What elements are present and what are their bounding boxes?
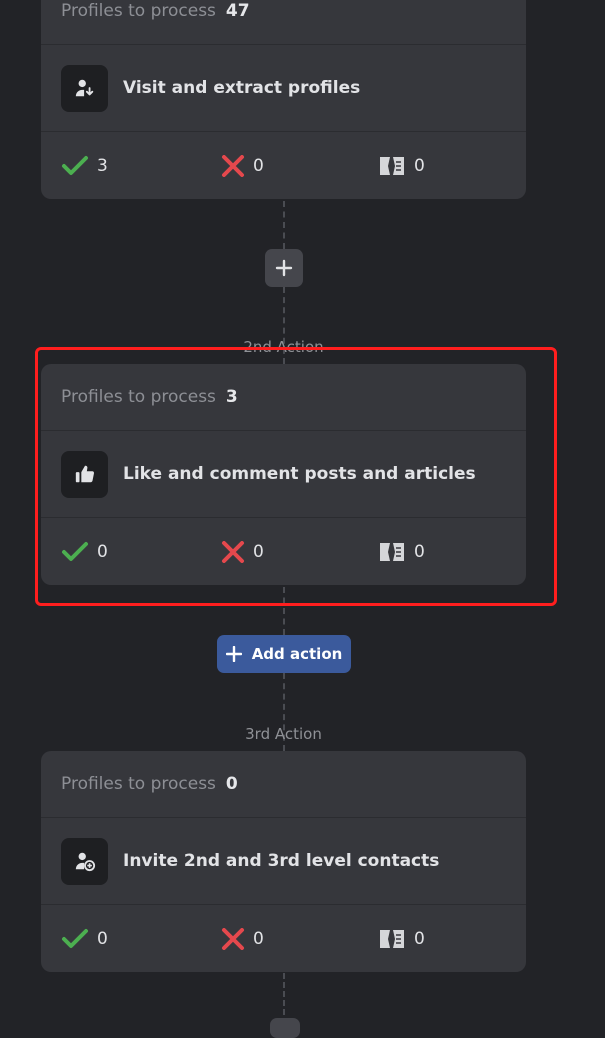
action-row[interactable]: Like and comment posts and articles [41,431,526,518]
insert-step-button[interactable] [265,249,303,287]
skipped-count: 0 [414,541,425,562]
action-card-2: Profiles to process 3 Like and comment p… [41,364,526,585]
person-add-icon [61,837,108,885]
action-row[interactable]: Visit and extract profiles [41,45,526,132]
check-icon [62,155,88,175]
profiles-to-process-row: Profiles to process 3 [41,364,526,431]
failed-stat: 0 [221,905,264,972]
x-icon [222,927,244,950]
plus-icon [275,259,293,277]
profiles-count: 47 [225,1,250,21]
success-stat: 3 [61,132,108,199]
skipped-count: 0 [414,155,425,176]
skipped-pages-icon [380,542,404,561]
success-count: 0 [97,928,108,949]
stats-row: 3 0 0 [41,132,526,199]
profiles-to-process-row: Profiles to process 47 [41,0,526,45]
stats-row: 0 0 0 [41,518,526,585]
person-download-icon [61,64,108,112]
skipped-pages-icon [380,929,404,948]
action-card-3: Profiles to process 0 Invite 2nd and 3rd… [41,751,526,972]
skipped-stat: 0 [378,905,425,972]
profiles-to-process-row: Profiles to process 0 [41,751,526,818]
step-label-3: 3rd Action [245,725,322,743]
success-stat: 0 [61,905,108,972]
profiles-count: 3 [225,387,238,407]
connector-line [283,587,285,635]
stats-row: 0 0 0 [41,905,526,972]
skipped-pages-icon [380,156,404,175]
failed-count: 0 [253,155,264,176]
connector-line [283,201,285,249]
connector-line [283,973,285,1024]
action-name: Invite 2nd and 3rd level contacts [123,851,440,871]
success-count: 3 [97,155,108,176]
step-label-2: 2nd Action [243,338,324,356]
x-icon [222,154,244,177]
success-stat: 0 [61,518,108,585]
check-icon [62,928,88,948]
check-icon [62,541,88,561]
failed-count: 0 [253,541,264,562]
x-icon [222,540,244,563]
add-action-button[interactable]: Add action [217,635,351,673]
profiles-to-process-label: Profiles to process [61,1,216,21]
action-name: Like and comment posts and articles [123,464,476,484]
action-name: Visit and extract profiles [123,78,361,98]
skipped-stat: 0 [378,132,425,199]
profiles-to-process-label: Profiles to process [61,387,216,407]
skipped-stat: 0 [378,518,425,585]
add-action-label: Add action [251,645,343,663]
action-row[interactable]: Invite 2nd and 3rd level contacts [41,818,526,905]
skipped-count: 0 [414,928,425,949]
failed-stat: 0 [221,518,264,585]
plus-icon [225,646,242,662]
action-card-1: Profiles to process 47 Visit and extract… [41,0,526,199]
profiles-count: 0 [225,774,238,794]
thumbs-up-icon [61,450,108,498]
failed-count: 0 [253,928,264,949]
profiles-to-process-label: Profiles to process [61,774,216,794]
failed-stat: 0 [221,132,264,199]
insert-step-button[interactable] [270,1018,300,1038]
success-count: 0 [97,541,108,562]
